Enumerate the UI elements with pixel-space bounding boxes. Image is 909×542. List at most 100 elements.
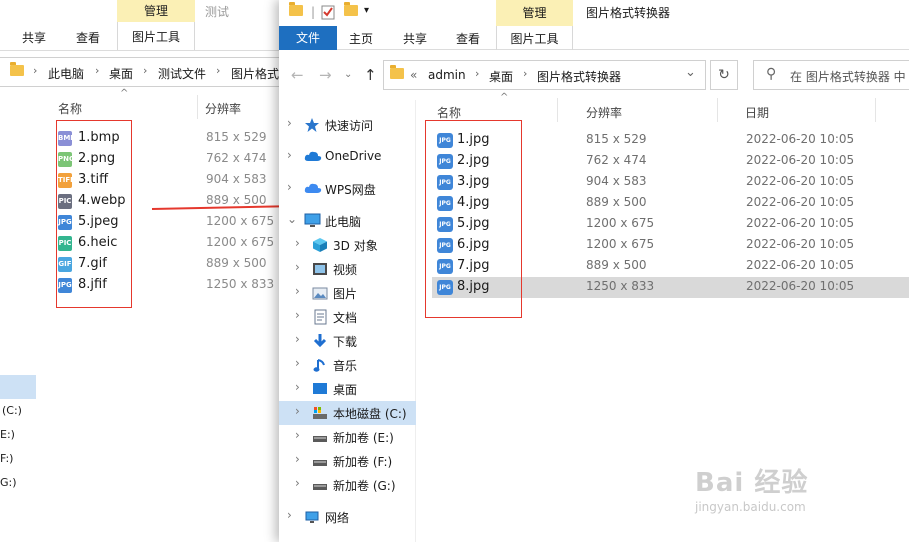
chevron-right-icon[interactable]: ›: [295, 356, 300, 370]
nav-selected-item[interactable]: [0, 375, 36, 399]
computer-icon: [304, 213, 321, 229]
column-header-name[interactable]: 名称: [58, 100, 82, 117]
nav-item-picture[interactable]: › 图片: [279, 281, 416, 305]
nav-item-label: 新加卷 (E:): [333, 431, 394, 445]
nav-item-computer[interactable]: ⌄ 此电脑: [279, 209, 416, 233]
address-bar[interactable]: › 此电脑 › 桌面 › 测试文件 › 图片格式: [0, 57, 290, 87]
breadcrumb-this-pc[interactable]: 此电脑: [48, 65, 84, 82]
folder-icon[interactable]: [289, 2, 303, 16]
file-resolution: 904 x 583: [206, 172, 267, 186]
title-bar: | ▾ 管理 图片格式转换器: [279, 0, 909, 26]
recent-locations-icon[interactable]: ⌄: [344, 69, 352, 80]
quick-access-dropdown-icon[interactable]: ▾: [364, 5, 369, 16]
nav-drive-e[interactable]: E:): [0, 428, 15, 441]
nav-item-network[interactable]: › 网络: [279, 505, 416, 529]
properties-check-icon[interactable]: [321, 5, 335, 23]
nav-item-cloud[interactable]: › OneDrive: [279, 145, 416, 169]
file-resolution: 1200 x 675: [206, 214, 275, 228]
nav-item-video[interactable]: › 视频: [279, 257, 416, 281]
column-divider: [717, 98, 718, 122]
drive-icon: [312, 453, 328, 469]
cloud-icon: [304, 149, 322, 165]
nav-item-star[interactable]: › 快速访问: [279, 113, 416, 137]
chevron-right-icon[interactable]: ›: [287, 508, 292, 522]
chevron-right-icon: ›: [216, 64, 221, 77]
tab-picture-tools[interactable]: 图片工具: [496, 26, 573, 50]
tab-picture-tools[interactable]: 图片工具: [117, 22, 195, 50]
nav-item-desktop[interactable]: › 桌面: [279, 377, 416, 401]
tab-file[interactable]: 文件: [279, 26, 337, 50]
chevron-right-icon[interactable]: ›: [287, 116, 292, 130]
column-header-name[interactable]: 名称: [437, 104, 461, 121]
nav-item-label: 新加卷 (F:): [333, 455, 393, 469]
nav-drive-g[interactable]: G:): [0, 476, 17, 489]
nav-item-document[interactable]: › 文档: [279, 305, 416, 329]
chevron-right-icon[interactable]: ›: [295, 452, 300, 466]
nav-item-label: 本地磁盘 (C:): [333, 407, 407, 421]
download-icon: [312, 333, 328, 349]
file-resolution: 889 x 500: [586, 258, 647, 272]
search-box[interactable]: ⚲ 在 图片格式转换器 中: [753, 60, 909, 90]
chevron-right-icon[interactable]: ›: [295, 428, 300, 442]
breadcrumb-desktop[interactable]: 桌面: [489, 68, 513, 85]
back-explorer-window: 管理 测试 共享 查看 图片工具 › 此电脑 › 桌面 › 测试文件 › 图片格…: [0, 0, 290, 542]
nav-item-label: 桌面: [333, 383, 358, 397]
nav-item-music[interactable]: › 音乐: [279, 353, 416, 377]
chevron-right-icon[interactable]: ›: [295, 380, 300, 394]
ribbon-divider: [0, 50, 290, 51]
chevron-right-icon[interactable]: ›: [295, 476, 300, 490]
nav-item-download[interactable]: › 下载: [279, 329, 416, 353]
chevron-down-icon[interactable]: ⌄: [287, 212, 297, 226]
tab-share[interactable]: 共享: [22, 28, 46, 48]
chevron-right-icon[interactable]: ›: [287, 180, 292, 194]
breadcrumb-admin[interactable]: admin: [428, 68, 466, 82]
chevron-right-icon[interactable]: ›: [295, 236, 300, 250]
nav-drive-c[interactable]: (C:): [2, 404, 22, 417]
nav-item-drive[interactable]: › 新加卷 (E:): [279, 425, 416, 449]
column-header-date[interactable]: 日期: [745, 104, 769, 121]
address-bar[interactable]: « admin › 桌面 › 图片格式转换器 ⌄: [383, 60, 706, 90]
tab-share[interactable]: 共享: [403, 30, 427, 47]
manage-context-header[interactable]: 管理: [117, 0, 195, 22]
back-arrow-icon[interactable]: ←: [291, 66, 304, 84]
breadcrumb-test-files[interactable]: 测试文件: [158, 65, 206, 82]
breadcrumb-image-format[interactable]: 图片格式: [231, 65, 279, 82]
refresh-button[interactable]: ↻: [710, 60, 738, 90]
chevron-right-icon[interactable]: ›: [295, 332, 300, 346]
file-date: 2022-06-20 10:05: [746, 216, 855, 230]
nav-item-drive[interactable]: › 新加卷 (F:): [279, 449, 416, 473]
nav-drive-f[interactable]: F:): [0, 452, 13, 465]
file-date: 2022-06-20 10:05: [746, 195, 855, 209]
chevron-right-icon[interactable]: ›: [295, 404, 300, 418]
breadcrumb-desktop[interactable]: 桌面: [109, 65, 133, 82]
manage-context-header[interactable]: 管理: [496, 0, 573, 26]
picture-icon: [312, 285, 328, 301]
chevron-down-icon[interactable]: ⌄: [685, 65, 696, 80]
column-header-resolution[interactable]: 分辨率: [205, 100, 241, 117]
up-arrow-icon[interactable]: ↑: [364, 66, 377, 84]
chevron-right-icon[interactable]: ›: [287, 148, 292, 162]
forward-arrow-icon[interactable]: →: [319, 66, 332, 84]
file-resolution: 815 x 529: [206, 130, 267, 144]
nav-item-wps-cloud[interactable]: › WPS网盘: [279, 177, 416, 201]
nav-item-label: WPS网盘: [325, 183, 376, 197]
tab-home[interactable]: 主页: [349, 30, 373, 47]
column-divider: [557, 98, 558, 122]
chevron-right-icon[interactable]: ›: [295, 308, 300, 322]
chevron-right-icon[interactable]: ›: [295, 260, 300, 274]
new-folder-icon[interactable]: [344, 2, 358, 16]
window-title: 图片格式转换器: [586, 6, 671, 20]
breadcrumb-image-converter[interactable]: 图片格式转换器: [537, 68, 621, 85]
nav-item-local-disk[interactable]: › 本地磁盘 (C:): [279, 401, 416, 425]
tab-view[interactable]: 查看: [76, 28, 100, 48]
column-header-resolution[interactable]: 分辨率: [586, 104, 622, 121]
search-icon: ⚲: [766, 66, 777, 82]
nav-item-cube[interactable]: › 3D 对象: [279, 233, 416, 257]
nav-item-drive[interactable]: › 新加卷 (G:): [279, 473, 416, 497]
source-files-highlight-box: [56, 120, 132, 308]
breadcrumb-overflow[interactable]: «: [410, 68, 417, 82]
chevron-right-icon[interactable]: ›: [295, 284, 300, 298]
file-date: 2022-06-20 10:05: [746, 174, 855, 188]
test-context-header[interactable]: 测试: [205, 3, 229, 20]
tab-view[interactable]: 查看: [456, 30, 480, 47]
